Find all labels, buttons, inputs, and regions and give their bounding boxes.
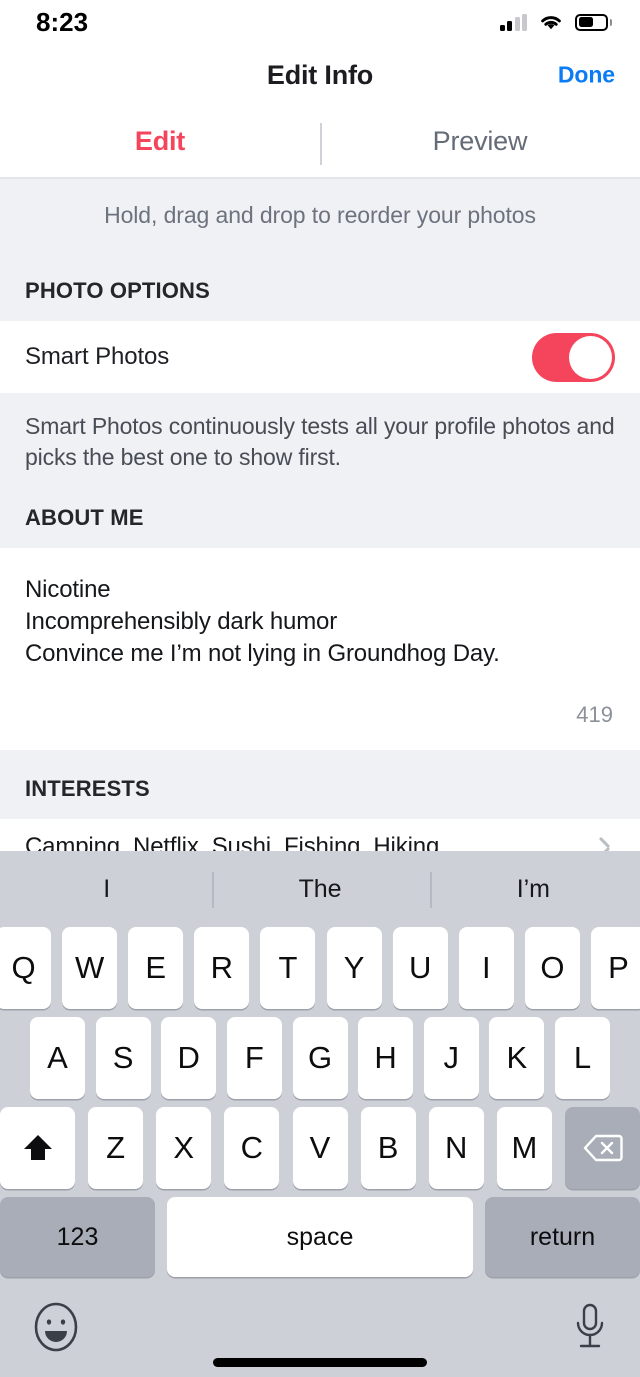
key-v[interactable]: V [292,1107,348,1189]
section-header-about-me: ABOUT ME [0,479,640,548]
keyboard-row-2: A S D F G H J K L [0,1017,640,1099]
navigation-header: Edit Info Done [0,44,640,106]
key-d[interactable]: D [161,1017,217,1099]
reorder-hint: Hold, drag and drop to reorder your phot… [0,179,640,252]
key-c[interactable]: C [224,1107,280,1189]
suggestion-2[interactable]: The [213,875,426,904]
segment-tab-bar: Edit Preview [0,106,640,179]
key-q[interactable]: Q [0,927,51,1009]
space-key[interactable]: space [167,1197,473,1277]
home-indicator [213,1358,427,1367]
settings-content: Hold, drag and drop to reorder your phot… [0,179,640,875]
key-g[interactable]: G [292,1017,348,1099]
wifi-icon [538,13,564,31]
status-bar: 8:23 [0,0,640,44]
section-header-label: ABOUT ME [25,505,144,530]
backspace-delete-icon[interactable] [565,1107,640,1189]
tab-edit[interactable]: Edit [0,126,320,157]
smart-photos-footnote: Smart Photos continuously tests all your… [0,393,640,479]
keyboard-row-1: Q W E R T Y U I O P [0,927,640,1009]
key-h[interactable]: H [358,1017,414,1099]
toggle-knob [569,335,612,379]
section-header-label: INTERESTS [25,776,150,801]
smart-photos-toggle[interactable] [532,332,615,382]
suggestion-1[interactable]: I [0,875,213,904]
page-title: Edit Info [266,59,374,90]
suggestion-3[interactable]: I’m [427,875,640,904]
key-n[interactable]: N [428,1107,484,1189]
return-key[interactable]: return [485,1197,640,1277]
about-me-textarea[interactable]: Nicotine Incomprehensibly dark humor Con… [0,548,640,688]
keyboard-row-4: 123 space return [0,1197,640,1277]
suggestion-divider [212,872,214,908]
key-a[interactable]: A [30,1017,85,1099]
phone-screen: 8:23 Edit Info Done Edit Preview Hold, d… [0,0,640,1377]
suggestion-bar: I The I’m [0,851,640,927]
reorder-hint-text: Hold, drag and drop to reorder your phot… [104,202,536,228]
key-k[interactable]: K [489,1017,545,1099]
keyboard-row-3: Z X C V B N M [0,1107,640,1189]
cellular-signal-icon [499,13,527,31]
about-me-char-count: 419 [0,688,640,750]
microphone-icon[interactable] [573,1302,607,1357]
section-header-interests: INTERESTS [0,750,640,819]
key-x[interactable]: X [156,1107,212,1189]
status-time: 8:23 [36,6,89,37]
key-i[interactable]: I [458,927,514,1009]
row-smart-photos[interactable]: Smart Photos [0,321,640,393]
emoji-smiley-icon[interactable] [33,1301,79,1358]
key-y[interactable]: Y [326,927,382,1009]
about-me-text: Nicotine Incomprehensibly dark humor Con… [25,576,500,667]
key-r[interactable]: R [194,927,250,1009]
done-button[interactable]: Done [558,62,615,89]
key-t[interactable]: T [260,927,316,1009]
key-p[interactable]: P [590,927,640,1009]
smart-photos-label: Smart Photos [25,343,170,370]
key-m[interactable]: M [496,1107,552,1189]
key-f[interactable]: F [226,1017,282,1099]
key-w[interactable]: W [62,927,118,1009]
smart-photos-footnote-text: Smart Photos continuously tests all your… [25,413,615,470]
section-header-label: PHOTO OPTIONS [25,278,210,303]
key-s[interactable]: S [95,1017,151,1099]
status-indicators [499,13,612,31]
shift-arrow-icon[interactable] [0,1107,75,1189]
numbers-key[interactable]: 123 [0,1197,155,1277]
tab-preview[interactable]: Preview [320,126,640,157]
suggestion-divider [430,872,432,908]
key-o[interactable]: O [524,927,580,1009]
key-b[interactable]: B [360,1107,416,1189]
key-e[interactable]: E [128,927,184,1009]
key-z[interactable]: Z [88,1107,144,1189]
onscreen-keyboard: I The I’m Q W E R T Y U I O P A S D F G … [0,851,640,1377]
key-j[interactable]: J [423,1017,479,1099]
tab-divider [320,123,322,165]
key-u[interactable]: U [392,927,448,1009]
battery-icon [575,13,612,31]
section-header-photo-options: PHOTO OPTIONS [0,252,640,321]
key-l[interactable]: L [555,1017,610,1099]
